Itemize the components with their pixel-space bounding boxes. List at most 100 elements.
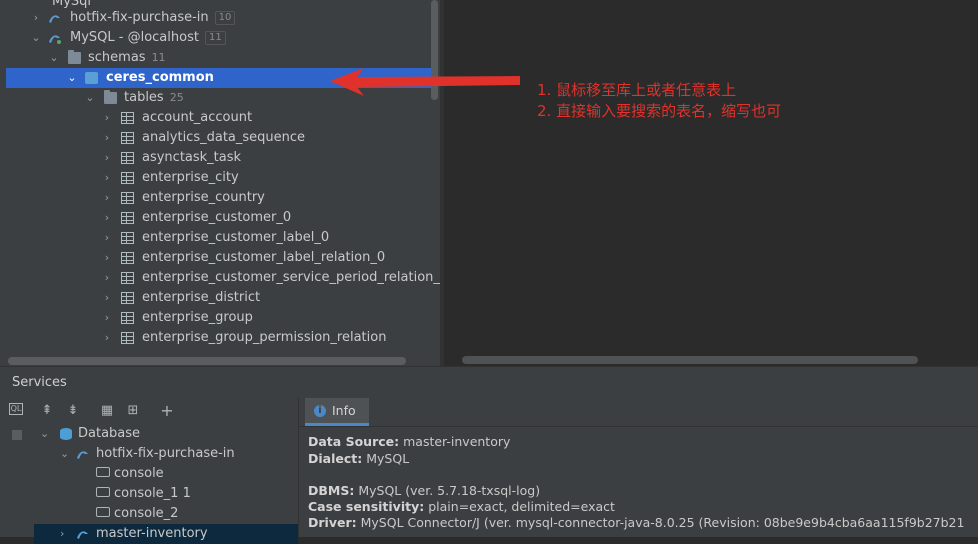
collapse-all-icon[interactable]: ⇟ (64, 402, 82, 420)
table-icon (121, 132, 134, 144)
tree-row-mysql-localhost[interactable]: ⌄ MySQL - @localhost 11 (0, 28, 440, 48)
tree-row-table[interactable]: › enterprise_city (0, 168, 440, 188)
table-icon (121, 192, 134, 204)
chevron-right-icon[interactable]: › (31, 8, 41, 28)
tree-label: asynctask_task (142, 150, 242, 165)
count-text: 25 (169, 91, 184, 104)
tree-label: enterprise_district (142, 290, 261, 305)
info-tab-bar (299, 398, 978, 427)
annotation-step-1: 1. 鼠标移至库上或者任意表上 (537, 81, 737, 99)
chevron-down-icon[interactable]: ⌄ (60, 444, 69, 464)
services-row-master-inventory[interactable]: › master-inventory (34, 524, 298, 544)
services-label: console (96, 464, 164, 484)
chevron-right-icon[interactable]: › (102, 228, 112, 248)
tree-label: ceres_common (106, 70, 214, 85)
mysql-dolphin-icon (49, 35, 61, 44)
info-dbms: DBMS: MySQL (ver. 5.7.18-txsql-log) (308, 483, 541, 498)
tree-row-table[interactable]: › analytics_data_sequence (0, 128, 440, 148)
tree-label: enterprise_group (142, 310, 253, 325)
services-row-console[interactable]: console_1 1 (34, 484, 298, 504)
folder-icon (104, 90, 117, 104)
table-icon (121, 312, 134, 324)
schema-icon (85, 72, 98, 84)
tree-row-hotfix[interactable]: › hotfix-fix-purchase-in 10 (0, 8, 440, 28)
table-icon (121, 292, 134, 304)
tree-row-table[interactable]: › enterprise_district (0, 288, 440, 308)
count-text: 11 (151, 51, 166, 64)
chevron-right-icon[interactable]: › (60, 524, 64, 544)
tree-row-table[interactable]: › enterprise_customer_service_period_rela… (0, 268, 440, 288)
count-badge: 11 (204, 31, 226, 45)
group-by-icon[interactable]: ▦ (98, 402, 116, 420)
table-icon (121, 152, 134, 164)
editor-area[interactable] (444, 0, 978, 354)
horizontal-scrollbar[interactable] (8, 357, 406, 365)
tree-label: enterprise_city (142, 170, 239, 185)
add-icon[interactable]: + (158, 402, 176, 420)
tab-label: Info (332, 403, 356, 418)
chevron-right-icon[interactable]: › (102, 208, 112, 228)
tree-row-table[interactable]: › enterprise_customer_0 (0, 208, 440, 228)
editor-horizontal-scrollbar[interactable] (462, 356, 918, 364)
services-row-console[interactable]: console_2 (34, 504, 298, 524)
tree-row-table[interactable]: › account_account (0, 108, 440, 128)
table-icon (121, 212, 134, 224)
tree-label: enterprise_customer_0 (142, 210, 292, 225)
table-icon (121, 172, 134, 184)
tree-row-schemas[interactable]: ⌄ schemas 11 (0, 48, 440, 68)
info-dialect: Dialect: MySQL (308, 451, 410, 466)
services-label: console_2 (96, 504, 178, 524)
tree-row-table[interactable]: › enterprise_customer_label_0 (0, 228, 440, 248)
tree-label: analytics_data_sequence (142, 130, 306, 145)
sql-console-icon[interactable]: QL (9, 403, 23, 415)
chevron-right-icon[interactable]: › (102, 188, 112, 208)
chevron-down-icon[interactable]: ⌄ (85, 88, 95, 108)
services-label: hotfix-fix-purchase-in (96, 446, 235, 461)
tree-label: enterprise_customer_label_0 (142, 230, 330, 245)
folder-icon (68, 50, 81, 64)
services-row-connection[interactable]: ⌄ hotfix-fix-purchase-in (34, 444, 298, 464)
chevron-down-icon[interactable]: ⌄ (40, 424, 49, 444)
services-label: master-inventory (96, 526, 208, 541)
services-gutter: QL (0, 398, 35, 537)
expand-all-icon[interactable]: ⇞ (38, 402, 56, 420)
tree-row-table[interactable]: › asynctask_task (0, 148, 440, 168)
chevron-right-icon[interactable]: › (102, 128, 112, 148)
services-row-database[interactable]: ⌄ Database (34, 424, 298, 444)
new-tab-icon[interactable]: ⊞ (124, 402, 142, 420)
tree-row-table[interactable]: › enterprise_country (0, 188, 440, 208)
chevron-right-icon[interactable]: › (102, 308, 112, 328)
tree-row-table[interactable]: › enterprise_group_permission_relation (0, 328, 440, 348)
tree-label: enterprise_customer_service_period_relat… (142, 270, 440, 285)
services-label: console_1 1 (96, 484, 191, 504)
chevron-down-icon[interactable]: ⌄ (49, 48, 59, 68)
database-icon (60, 428, 72, 440)
chevron-right-icon[interactable]: › (102, 328, 112, 348)
services-label: Database (78, 426, 141, 441)
chevron-down-icon[interactable]: ⌄ (67, 68, 77, 88)
database-tree-panel[interactable]: MySql › hotfix-fix-purchase-in 10 ⌄ MySQL… (0, 0, 440, 366)
info-content: Data Source: master-inventory Dialect: M… (299, 427, 978, 537)
tree-row-table[interactable]: › enterprise_group (0, 308, 440, 328)
chevron-right-icon[interactable]: › (102, 248, 112, 268)
chevron-right-icon[interactable]: › (102, 268, 112, 288)
tree-label: schemas 11 (88, 50, 166, 65)
info-case-sensitivity: Case sensitivity: plain=exact, delimited… (308, 499, 615, 514)
tree-row-table[interactable]: › enterprise_customer_label_relation_0 (0, 248, 440, 268)
tree-label: enterprise_country (142, 190, 265, 205)
chevron-right-icon[interactable]: › (102, 168, 112, 188)
tree-label: account_account (142, 110, 253, 125)
services-header: Services (0, 366, 978, 399)
chevron-down-icon[interactable]: ⌄ (31, 28, 41, 48)
chevron-right-icon[interactable]: › (102, 148, 112, 168)
chevron-right-icon[interactable]: › (102, 288, 112, 308)
table-icon (121, 332, 134, 344)
console-icon (96, 467, 110, 477)
tab-info[interactable]: i Info (305, 398, 369, 426)
services-row-console[interactable]: console (34, 464, 298, 484)
stop-icon[interactable] (12, 430, 22, 440)
tree-label: enterprise_customer_label_relation_0 (142, 250, 386, 265)
annotation-arrow (330, 68, 520, 96)
chevron-right-icon[interactable]: › (102, 108, 112, 128)
services-tree[interactable]: ⌄ Database ⌄ hotfix-fix-purchase-in cons… (34, 424, 298, 544)
